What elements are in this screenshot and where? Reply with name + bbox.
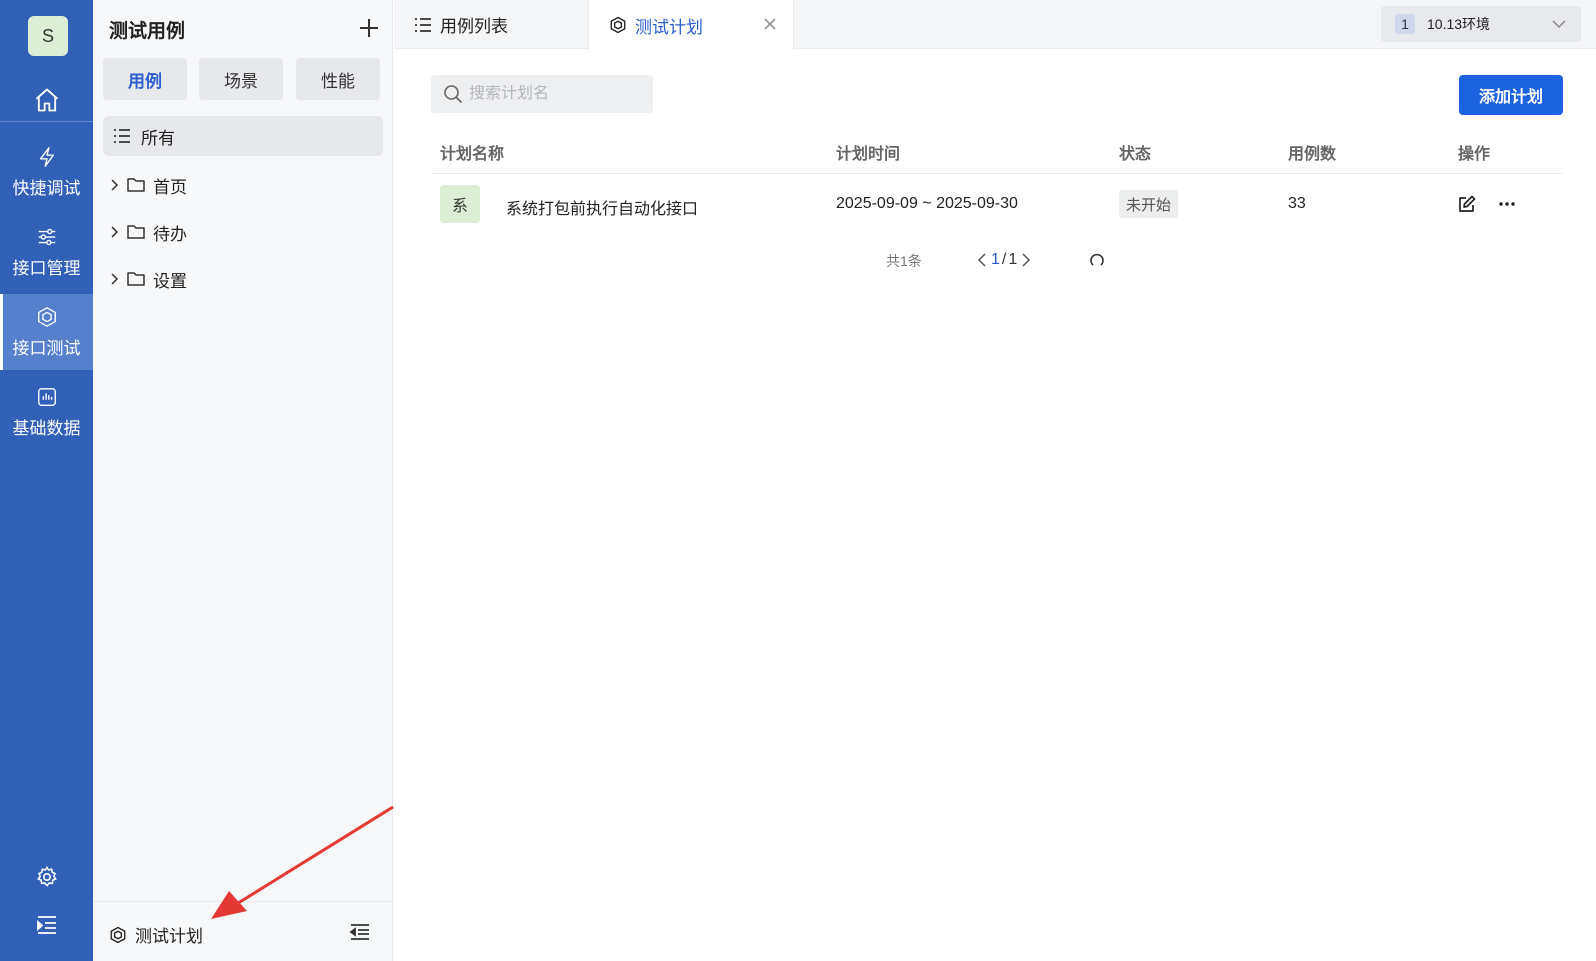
tree-folder-label: 设置 — [153, 271, 187, 291]
refresh-icon — [1090, 253, 1104, 266]
annotation-arrow — [211, 805, 394, 919]
current-page: 1 — [991, 251, 1000, 268]
rail-divider — [0, 121, 93, 122]
segment-performance[interactable]: 性能 — [296, 58, 380, 100]
cube-icon — [37, 306, 56, 327]
cube-icon — [610, 16, 626, 34]
folder-icon — [127, 178, 145, 192]
sliders-icon — [38, 228, 55, 245]
folder-icon — [127, 225, 145, 239]
next-page-button[interactable] — [1019, 250, 1033, 270]
tree-folder-label: 待办 — [153, 224, 187, 244]
close-icon — [764, 18, 776, 30]
user-avatar[interactable]: S — [28, 16, 68, 56]
chart-icon — [37, 387, 56, 406]
segment-scenes[interactable]: 场景 — [199, 58, 283, 100]
lightning-icon — [39, 146, 54, 167]
gear-icon — [36, 866, 57, 887]
page-separator: / — [1001, 251, 1007, 268]
test-plan-label: 测试计划 — [135, 927, 203, 946]
left-nav-rail: S 快捷调试 接口管理 接口测试 基础数据 — [0, 0, 93, 961]
chevron-left-icon — [977, 253, 986, 267]
edit-button[interactable] — [1457, 194, 1477, 214]
close-tab-button[interactable] — [763, 16, 779, 32]
column-header-time: 计划时间 — [836, 146, 901, 163]
rail-item-api-management[interactable]: 接口管理 — [0, 214, 93, 290]
status-badge: 未开始 — [1119, 190, 1179, 218]
case-count: 33 — [1288, 195, 1306, 212]
refresh-button[interactable] — [1088, 251, 1106, 269]
home-icon — [35, 88, 58, 112]
test-plan-link[interactable]: 测试计划 — [109, 922, 203, 947]
tab-label: 测试计划 — [635, 17, 703, 37]
more-actions-button[interactable] — [1497, 194, 1517, 214]
chevron-right-icon — [111, 179, 119, 191]
rail-item-label: 快捷调试 — [12, 178, 81, 198]
more-icon — [1499, 202, 1515, 206]
expand-menu-button[interactable] — [0, 907, 93, 943]
env-badge: 1 — [1395, 14, 1415, 34]
environment-select[interactable]: 1 10.13环境 — [1381, 6, 1581, 42]
column-header-status: 状态 — [1119, 146, 1152, 163]
plan-time: 2025-09-09 ~ 2025-09-30 — [836, 195, 1018, 212]
prev-page-button[interactable] — [975, 250, 989, 270]
segment-cases[interactable]: 用例 — [103, 58, 187, 100]
list-icon — [114, 129, 130, 143]
rail-item-base-data[interactable]: 基础数据 — [0, 374, 93, 450]
env-label: 10.13环境 — [1427, 16, 1491, 32]
list-icon — [415, 17, 431, 32]
plan-avatar: 系 — [440, 185, 480, 223]
cube-icon — [110, 926, 126, 943]
tree-item-all[interactable]: 所有 — [103, 116, 383, 156]
total-pages: 1 — [1008, 251, 1018, 268]
table-header-divider — [431, 173, 1562, 174]
search-input[interactable] — [469, 85, 639, 103]
collapse-sidebar-button[interactable] — [349, 922, 373, 944]
tab-label: 用例列表 — [440, 17, 508, 36]
plan-search[interactable] — [431, 75, 653, 113]
chevron-right-icon — [1022, 253, 1031, 267]
chevron-right-icon — [111, 226, 119, 238]
tab-test-plan[interactable]: 测试计划 — [588, 0, 794, 50]
home-button[interactable] — [0, 78, 93, 122]
tree-folder-settings[interactable]: 设置 — [111, 264, 187, 294]
add-case-button[interactable] — [355, 14, 383, 42]
pager-total: 共1条 — [886, 253, 922, 269]
settings-button[interactable] — [0, 859, 93, 895]
plus-icon — [360, 19, 378, 37]
chevron-right-icon — [111, 273, 119, 285]
rail-item-label: 基础数据 — [12, 418, 81, 438]
chevron-down-icon — [1552, 20, 1566, 29]
column-header-actions: 操作 — [1458, 146, 1491, 163]
add-plan-button[interactable]: 添加计划 — [1459, 75, 1563, 115]
tree-folder-home[interactable]: 首页 — [111, 170, 187, 200]
rail-item-quick-debug[interactable]: 快捷调试 — [0, 134, 93, 210]
column-header-count: 用例数 — [1288, 146, 1337, 163]
column-header-name: 计划名称 — [440, 146, 505, 163]
pagination: 1 / 1 — [975, 250, 1033, 270]
indent-icon — [36, 916, 56, 934]
search-icon — [444, 85, 463, 104]
plan-name[interactable]: 系统打包前执行自动化接口 — [506, 195, 698, 219]
folder-icon — [127, 272, 145, 286]
rail-item-api-test[interactable]: 接口测试 — [0, 294, 93, 370]
tab-case-list[interactable]: 用例列表 — [394, 0, 586, 49]
sidebar-title: 测试用例 — [109, 21, 186, 42]
rail-item-label: 接口测试 — [12, 338, 81, 358]
tree-folder-todo[interactable]: 待办 — [111, 217, 187, 247]
tree-item-label: 所有 — [141, 128, 175, 148]
rail-item-label: 接口管理 — [12, 258, 81, 278]
edit-icon — [1459, 195, 1476, 212]
tree-folder-label: 首页 — [153, 177, 187, 197]
outdent-icon — [349, 924, 369, 940]
